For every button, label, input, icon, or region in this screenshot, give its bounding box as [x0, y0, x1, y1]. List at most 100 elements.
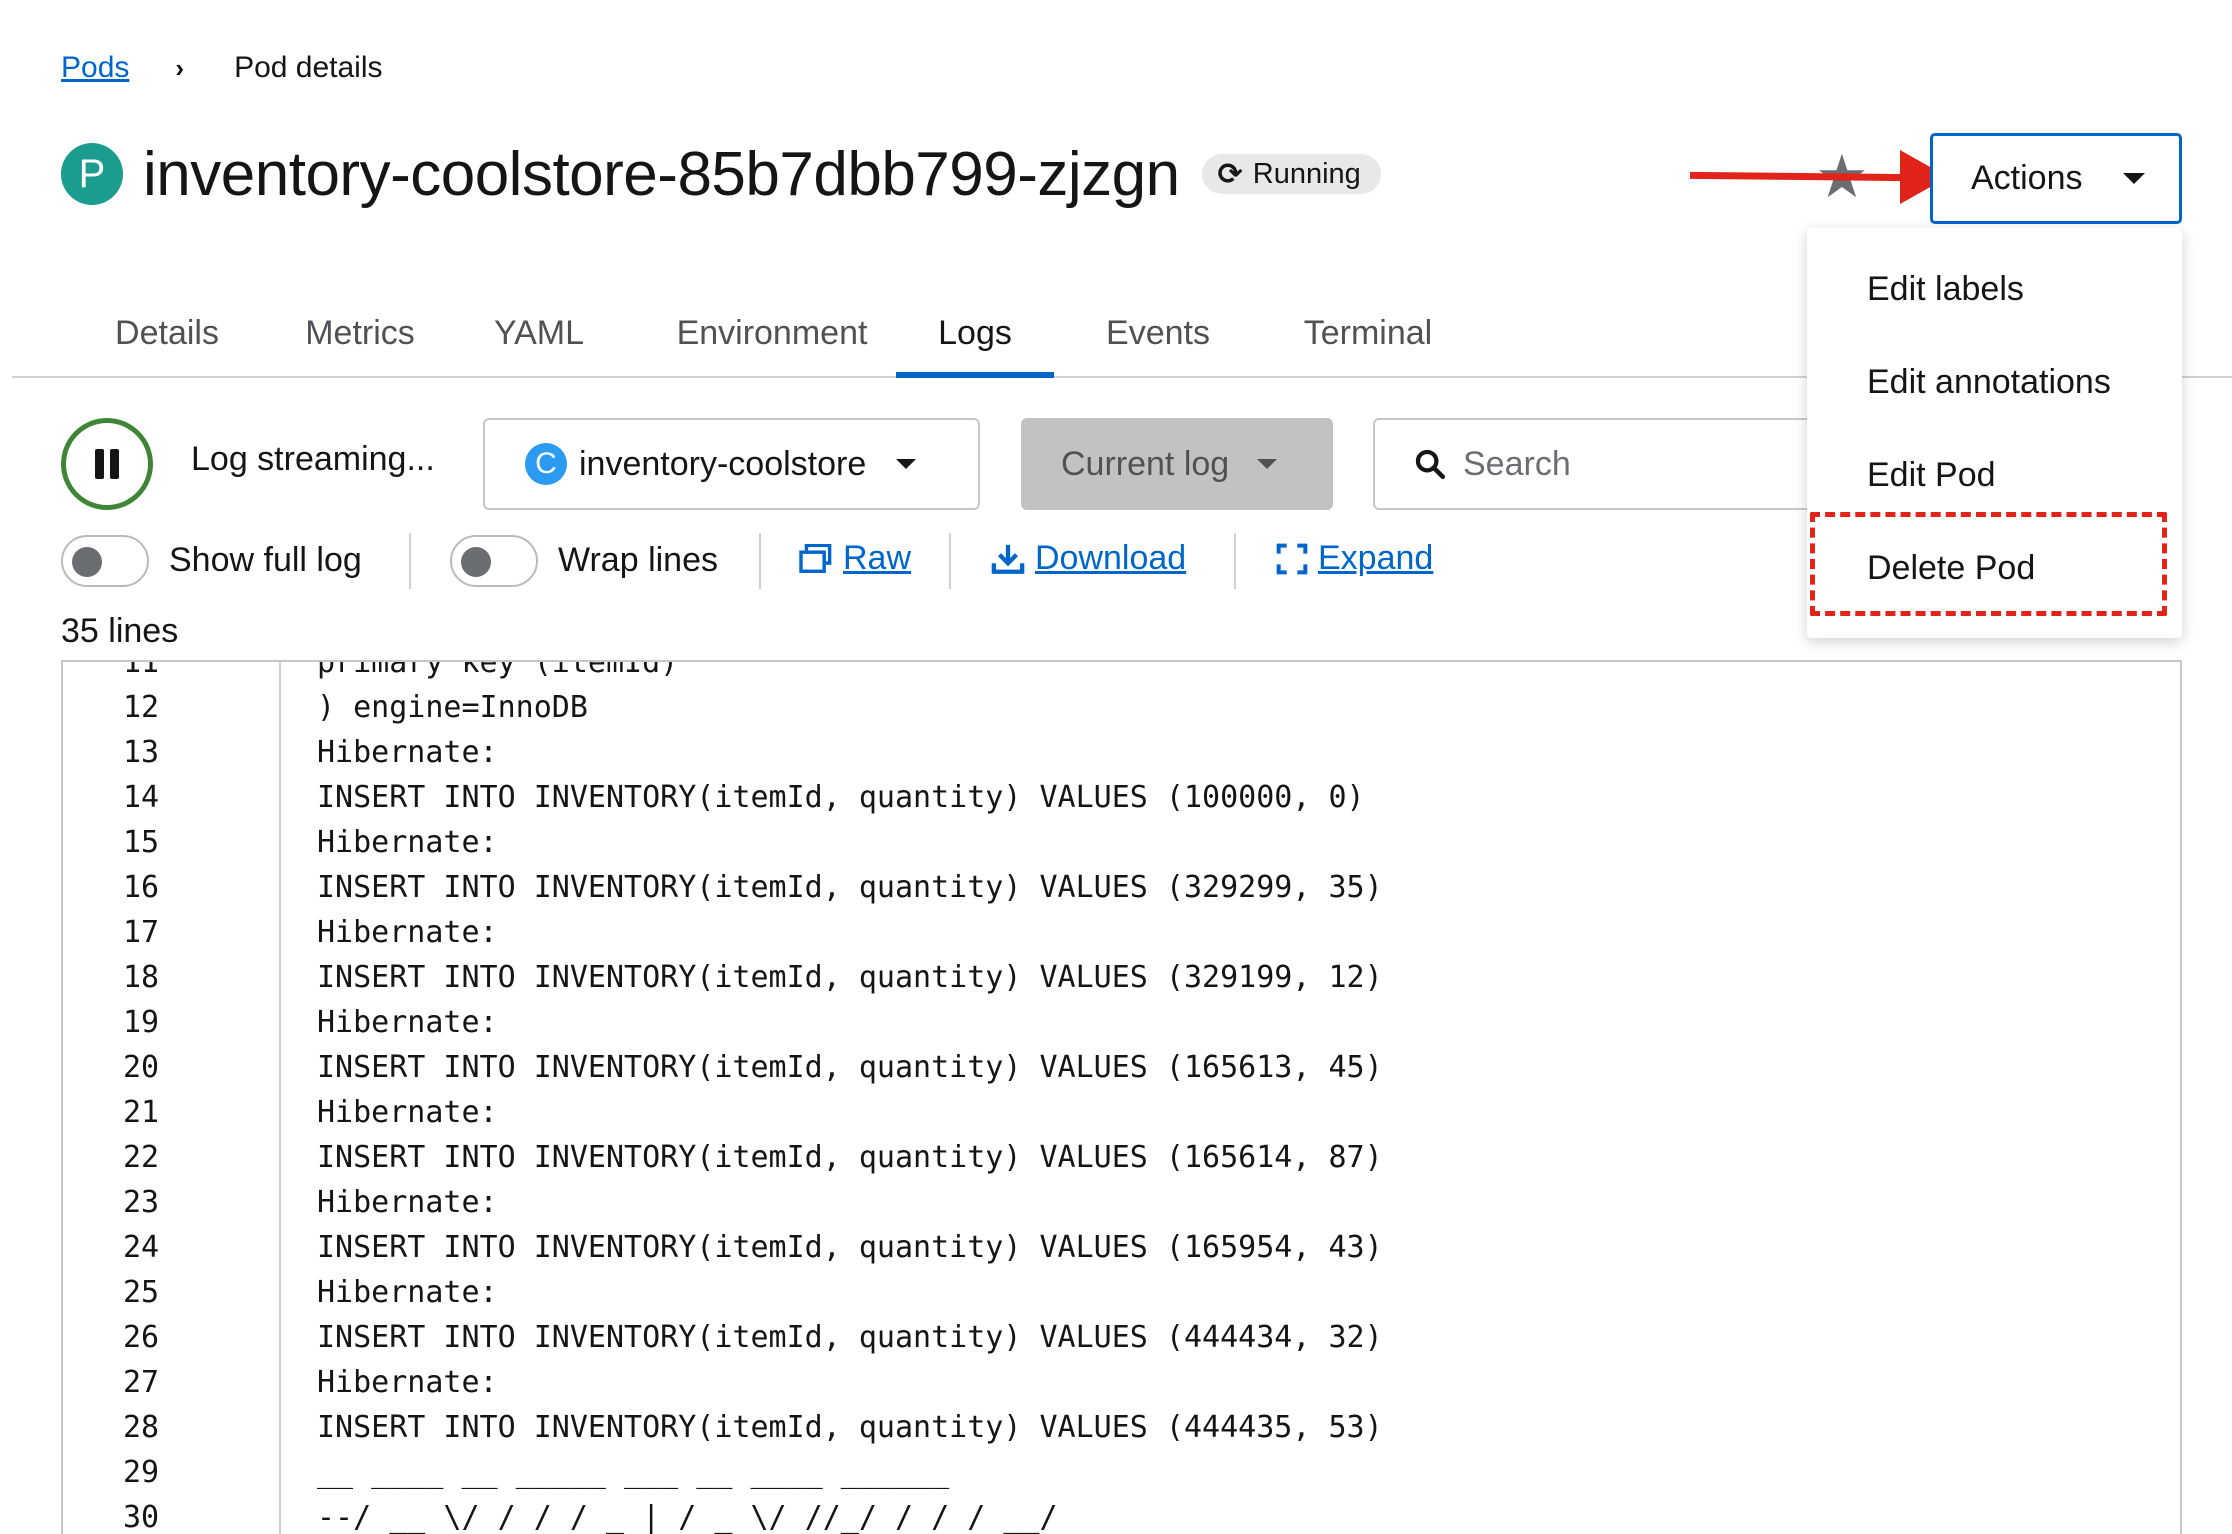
download-label: Download — [1035, 539, 1187, 577]
log-line: 23 Hibernate: — [63, 1180, 2180, 1225]
sync-icon: ⟳ — [1217, 157, 1243, 191]
log-line: 20 INSERT INTO INVENTORY(itemId, quantity… — [63, 1045, 2180, 1090]
container-name: inventory-coolstore — [579, 444, 867, 483]
log-line: 11 primary key (itemId) — [63, 660, 2180, 685]
log-viewer[interactable]: 11 primary key (itemId) 12) engine=InnoDB 1… — [61, 660, 2182, 1534]
log-line-text: primary key (itemId) — [317, 660, 679, 680]
wrap-lines-label: Wrap lines — [558, 541, 718, 579]
log-line: 19 Hibernate: — [63, 1000, 2180, 1045]
breadcrumb: Pods › Pod details — [61, 48, 383, 88]
log-line-text: ) engine=InnoDB — [317, 690, 588, 725]
download-icon — [991, 542, 1025, 576]
pause-icon — [95, 449, 104, 479]
search-input[interactable]: Search — [1373, 418, 1843, 510]
download-link[interactable]: Download — [991, 539, 1186, 578]
log-line: 18 INSERT INTO INVENTORY(itemId, quantity… — [63, 955, 2180, 1000]
log-line-text: INSERT INTO INVENTORY(itemId, quantity) … — [317, 1320, 1383, 1355]
tab-metrics[interactable]: Metrics — [275, 290, 445, 376]
caret-down-icon — [2122, 173, 2145, 184]
log-line-text: INSERT INTO INVENTORY(itemId, quantity) … — [317, 960, 1383, 995]
tab-events[interactable]: Events — [1078, 290, 1238, 376]
log-line-number: 19 — [123, 1005, 160, 1040]
log-type-select[interactable]: Current log — [1021, 418, 1333, 510]
log-line-text: __ ____ __ _____ ___ __ ____ ______ — [317, 1455, 950, 1490]
log-line-text: INSERT INTO INVENTORY(itemId, quantity) … — [317, 870, 1383, 905]
raw-link[interactable]: Raw — [799, 539, 911, 578]
menu-item-edit-labels[interactable]: Edit labels — [1867, 270, 2024, 309]
status-label: Running — [1252, 157, 1361, 190]
log-line-number: 26 — [123, 1320, 160, 1355]
tab-logs[interactable]: Logs — [896, 290, 1054, 378]
tab-terminal[interactable]: Terminal — [1268, 290, 1468, 376]
log-line-number: 23 — [123, 1185, 160, 1220]
log-line-text: INSERT INTO INVENTORY(itemId, quantity) … — [317, 1050, 1383, 1085]
page-title: inventory-coolstore-85b7dbb799-zjzgn — [143, 139, 1180, 209]
log-options-row: Show full log Wrap lines Raw Download Ex… — [61, 533, 1461, 589]
annotation-arrow-line — [1689, 171, 1916, 182]
log-lines: 11 primary key (itemId) 12) engine=InnoDB 1… — [63, 660, 2180, 1534]
expand-link[interactable]: Expand — [1276, 539, 1433, 578]
log-line: 13 Hibernate: — [63, 730, 2180, 775]
log-line-number: 12 — [123, 690, 160, 725]
log-line-number: 22 — [123, 1140, 160, 1175]
log-line-text: Hibernate: — [317, 915, 498, 950]
log-line-text: INSERT INTO INVENTORY(itemId, quantity) … — [317, 780, 1365, 815]
status-badge: ⟳ Running — [1201, 154, 1381, 194]
breadcrumb-current: Pod details — [234, 51, 383, 84]
log-line: 25 Hibernate: — [63, 1270, 2180, 1315]
actions-label: Actions — [1971, 159, 2083, 197]
log-line: 21 Hibernate: — [63, 1090, 2180, 1135]
menu-item-edit-annotations[interactable]: Edit annotations — [1867, 363, 2111, 402]
caret-down-icon — [896, 459, 917, 469]
stream-status: Log streaming... — [191, 440, 435, 478]
expand-icon — [1276, 543, 1308, 575]
log-line-text: INSERT INTO INVENTORY(itemId, quantity) … — [317, 1140, 1383, 1175]
log-line: 24 INSERT INTO INVENTORY(itemId, quantity… — [63, 1225, 2180, 1270]
external-window-icon — [799, 543, 833, 574]
log-line-number: 17 — [123, 915, 160, 950]
log-line-text: Hibernate: — [317, 1005, 498, 1040]
log-line: 30 --/ __ \/ / / / _ | / _ \/ //_/ / / / … — [63, 1495, 2180, 1534]
show-full-log-toggle[interactable] — [61, 535, 149, 587]
breadcrumb-pods-link[interactable]: Pods — [61, 51, 129, 85]
expand-label: Expand — [1318, 539, 1434, 577]
container-badge: C — [525, 443, 567, 485]
container-select[interactable]: C inventory-coolstore — [483, 418, 980, 510]
log-line: 12 ) engine=InnoDB — [63, 685, 2180, 730]
log-line-text: Hibernate: — [317, 1275, 498, 1310]
annotation-highlight-box — [1810, 512, 2167, 616]
actions-button[interactable]: Actions — [1930, 133, 2182, 224]
caret-down-icon — [1257, 459, 1278, 469]
log-line: 22 INSERT INTO INVENTORY(itemId, quantity… — [63, 1135, 2180, 1180]
wrap-lines-toggle[interactable] — [450, 535, 538, 587]
log-line-text: Hibernate: — [317, 1365, 498, 1400]
log-line-text: --/ __ \/ / / / _ | / _ \/ //_/ / / / __… — [317, 1500, 1058, 1534]
search-icon — [1415, 449, 1446, 480]
log-line: 15 Hibernate: — [63, 820, 2180, 865]
log-line-number: 11 — [123, 660, 160, 680]
log-line-number: 30 — [123, 1500, 160, 1534]
log-line: 14 INSERT INTO INVENTORY(itemId, quantity… — [63, 775, 2180, 820]
log-line-number: 29 — [123, 1455, 160, 1490]
log-line-number: 21 — [123, 1095, 160, 1130]
log-line-number: 27 — [123, 1365, 160, 1400]
pause-button[interactable] — [61, 418, 153, 510]
log-line: 27 Hibernate: — [63, 1360, 2180, 1405]
log-line-number: 18 — [123, 960, 160, 995]
chevron-right-icon: › — [175, 52, 185, 83]
tab-environment[interactable]: Environment — [642, 290, 902, 376]
log-line-text: Hibernate: — [317, 1185, 498, 1220]
log-line: 29 __ ____ __ _____ ___ __ ____ ______ — [63, 1450, 2180, 1495]
search-placeholder: Search — [1463, 444, 1571, 483]
log-line-text: INSERT INTO INVENTORY(itemId, quantity) … — [317, 1410, 1383, 1445]
log-line-number: 25 — [123, 1275, 160, 1310]
tab-details[interactable]: Details — [74, 290, 260, 376]
log-line-text: Hibernate: — [317, 735, 498, 770]
tab-yaml[interactable]: YAML — [464, 290, 614, 376]
log-line-number: 15 — [123, 825, 160, 860]
log-line-text: Hibernate: — [317, 1095, 498, 1130]
log-line-number: 16 — [123, 870, 160, 905]
menu-item-edit-pod[interactable]: Edit Pod — [1867, 456, 1996, 495]
log-line: 26 INSERT INTO INVENTORY(itemId, quantity… — [63, 1315, 2180, 1360]
log-line-number: 20 — [123, 1050, 160, 1085]
